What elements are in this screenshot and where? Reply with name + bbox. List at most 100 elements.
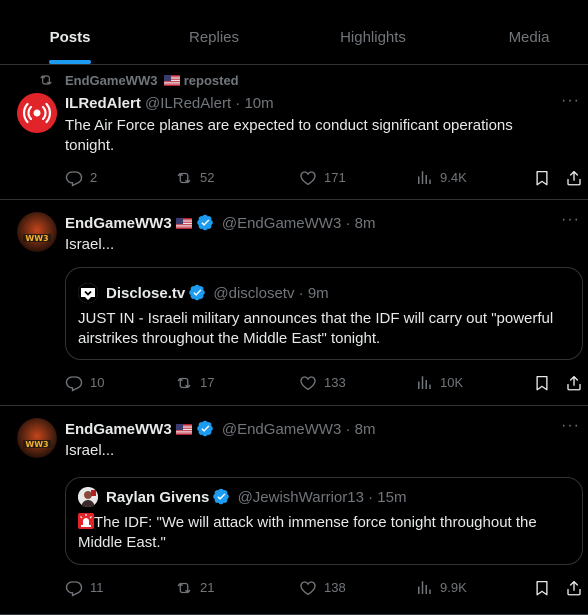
tab-media[interactable]: Media [488,0,570,64]
quoted-post[interactable]: Disclose.tv @disclosetv · 9m JUST IN - I… [65,267,583,360]
like-button[interactable]: 171 [299,168,346,188]
views-count: 10K [440,375,464,390]
quoted-post-time: · 15m [368,489,407,506]
tab-replies-label: Replies [188,29,240,46]
us-flag-icon [176,218,192,229]
views-icon [415,169,433,187]
avatar[interactable]: WW3 [17,212,57,252]
post-header: EndGameWW3 @EndGameWW3 · 8m [65,420,375,438]
share-icon [565,374,583,392]
repost-icon [175,579,193,597]
post-text: The Air Force planes are expected to con… [65,117,513,154]
tab-replies[interactable]: Replies [164,0,264,64]
author-name[interactable]: EndGameWW3 [65,421,172,438]
views-count: 9.9K [440,580,467,595]
share-icon [565,169,583,187]
siren-icon [78,513,94,529]
quoted-author-name[interactable]: Raylan Givens [106,489,209,506]
author-handle[interactable]: @ILRedAlert [145,95,231,112]
more-options-icon[interactable]: ··· [561,211,580,229]
ww3-logo-icon: WW3 [17,418,57,458]
author-handle[interactable]: @EndGameWW3 [222,421,341,438]
share-button[interactable] [565,373,588,393]
post-actions: 11 21 138 9.9K [65,578,583,598]
quoted-post-text: JUST IN - Israeli military announces tha… [78,310,554,347]
more-options-icon[interactable]: ··· [561,417,580,435]
repost-user: EndGameWW3 [65,73,158,88]
post-time[interactable]: · 10m [235,95,273,112]
post-text: Israel... [65,236,115,253]
repost-indicator[interactable]: EndGameWW3 reposted [40,73,239,88]
quoted-author-handle[interactable]: @disclosetv [213,285,294,302]
us-flag-icon [176,424,192,435]
like-count: 138 [324,580,346,595]
reply-button[interactable]: 10 [65,373,104,393]
post-item[interactable]: WW3 EndGameWW3 @EndGameWW3 · 8m ··· Isra… [0,200,588,406]
post-item[interactable]: EndGameWW3 reposted ILRedAlert @ILRedAle… [0,65,588,200]
share-button[interactable] [565,578,588,598]
reply-icon [65,169,83,187]
views-button[interactable]: 10K [415,373,463,393]
tab-highlights-label: Highlights [340,29,406,46]
post-time[interactable]: · 8m [345,215,375,232]
more-options-icon[interactable]: ··· [561,92,580,110]
tab-highlights[interactable]: Highlights [318,0,428,64]
share-button[interactable] [565,168,588,188]
like-count: 133 [324,375,346,390]
quoted-post-header: Raylan Givens @JewishWarrior13 · 15m [106,488,406,506]
profile-tabs: Posts Replies Highlights Media [0,0,588,65]
bookmark-button[interactable] [533,168,558,188]
post-text: Israel... [65,442,115,459]
author-name[interactable]: EndGameWW3 [65,215,172,232]
reply-count: 2 [90,170,98,185]
post-item[interactable]: WW3 EndGameWW3 @EndGameWW3 · 8m ··· Isra… [0,406,588,615]
quoted-post-text: The IDF: "We will attack with immense fo… [78,514,537,551]
bookmark-button[interactable] [533,578,558,598]
quoted-post[interactable]: Raylan Givens @JewishWarrior13 · 15m The… [65,477,583,565]
post-header: ILRedAlert @ILRedAlert · 10m [65,95,274,112]
repost-button[interactable]: 21 [175,578,214,598]
tab-posts-label: Posts [49,29,91,46]
post-actions: 2 52 171 9.4K [65,168,583,188]
reply-button[interactable]: 2 [65,168,97,188]
like-count: 171 [324,170,346,185]
author-handle[interactable]: @EndGameWW3 [222,215,341,232]
repost-button[interactable]: 17 [175,373,214,393]
tab-posts[interactable]: Posts [20,0,120,64]
quoted-author-handle[interactable]: @JewishWarrior13 [238,489,364,506]
repost-count: 21 [200,580,215,595]
views-button[interactable]: 9.9K [415,578,467,598]
quoted-author-name[interactable]: Disclose.tv [106,285,185,302]
quoted-post-text-block: The IDF: "We will attack with immense fo… [78,513,573,553]
repost-count: 52 [200,170,215,185]
heart-icon [299,169,317,187]
views-button[interactable]: 9.4K [415,168,467,188]
verified-badge-icon [189,284,206,301]
repost-icon [175,374,193,392]
repost-button[interactable]: 52 [175,168,214,188]
repost-icon [175,169,193,187]
bookmark-button[interactable] [533,373,558,393]
verified-badge-icon [213,488,230,505]
avatar[interactable] [17,93,57,133]
tab-active-indicator [49,60,91,64]
like-button[interactable]: 133 [299,373,346,393]
tab-media-label: Media [508,29,550,46]
reply-button[interactable]: 11 [65,578,104,598]
disclose-tv-logo-icon [78,283,98,303]
reply-count: 11 [90,580,104,595]
verified-badge-icon [197,420,214,437]
user-photo-icon [78,487,98,507]
avatar[interactable] [78,283,98,303]
reply-icon [65,374,83,392]
like-button[interactable]: 138 [299,578,346,598]
heart-icon [299,579,317,597]
avatar[interactable] [78,487,98,507]
bookmark-icon [533,374,551,392]
share-icon [565,579,583,597]
avatar[interactable]: WW3 [17,418,57,458]
verified-badge-icon [197,214,214,231]
bookmark-icon [533,169,551,187]
post-time[interactable]: · 8m [345,421,375,438]
author-name[interactable]: ILRedAlert [65,95,141,112]
